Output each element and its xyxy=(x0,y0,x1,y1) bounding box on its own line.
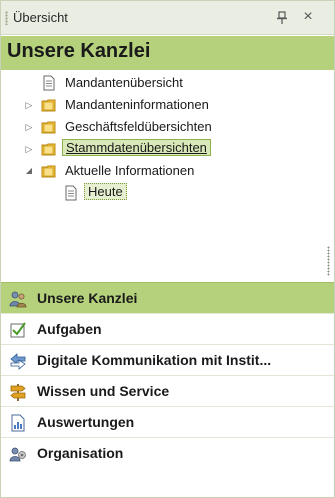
report-icon xyxy=(9,414,27,432)
nav-item-aufgaben[interactable]: Aufgaben xyxy=(1,313,334,344)
nav-item-digitale-kommunikation[interactable]: Digitale Kommunikation mit Instit... xyxy=(1,344,334,375)
pin-icon[interactable] xyxy=(275,11,289,25)
expand-arrow-icon[interactable]: ▷ xyxy=(23,142,35,156)
resize-grip[interactable] xyxy=(327,246,330,276)
nav-item-label: Auswertungen xyxy=(37,414,135,430)
folder-icon xyxy=(41,97,57,113)
organisation-icon xyxy=(9,445,27,463)
nav-item-wissen-und-service[interactable]: Wissen und Service xyxy=(1,375,334,406)
tree-item-label: Heute xyxy=(84,183,127,200)
nav-item-label: Wissen und Service xyxy=(37,383,170,399)
tree-item-mandantenuebersicht[interactable]: Mandantenübersicht xyxy=(1,72,334,94)
folder-icon xyxy=(41,141,57,157)
folder-icon xyxy=(41,163,57,179)
overview-panel: Übersicht × Unsere Kanzlei Mandantenüber… xyxy=(0,0,335,498)
section-title: Unsere Kanzlei xyxy=(7,40,151,62)
nav-item-unsere-kanzlei[interactable]: Unsere Kanzlei xyxy=(1,282,334,313)
signpost-icon xyxy=(9,383,27,401)
document-icon xyxy=(41,75,57,91)
tree-item-aktuelle-informationen[interactable]: ◢ Aktuelle Informationen xyxy=(1,160,334,182)
tree-item-label: Mandanteninformationen xyxy=(65,97,209,112)
tree-item-label: Mandantenübersicht xyxy=(65,75,183,90)
tree-item-mandanteninformationen[interactable]: ▷ Mandanteninformationen xyxy=(1,94,334,116)
people-icon xyxy=(9,290,27,308)
tree-item-geschaeftsfelduebersichten[interactable]: ▷ Geschäftsfeldübersichten xyxy=(1,116,334,138)
tree-item-heute[interactable]: Heute xyxy=(1,182,334,204)
nav-item-label: Aufgaben xyxy=(37,321,102,337)
nav-item-label: Digitale Kommunikation mit Instit... xyxy=(37,352,272,368)
tree-item-stammdatenuebersichten[interactable]: ▷ Stammdatenübersichten xyxy=(1,138,334,160)
panel-title: Übersicht xyxy=(13,10,68,25)
nav-item-organisation[interactable]: Organisation xyxy=(1,437,334,468)
checkbox-icon xyxy=(9,321,27,339)
close-icon[interactable]: × xyxy=(300,8,316,26)
nav-item-label: Unsere Kanzlei xyxy=(37,290,138,306)
expand-arrow-icon[interactable]: ▷ xyxy=(23,120,35,134)
tree-item-label: Stammdatenübersichten xyxy=(62,139,211,156)
folder-icon xyxy=(41,119,57,135)
nav-item-auswertungen[interactable]: Auswertungen xyxy=(1,406,334,437)
tree-item-label: Geschäftsfeldübersichten xyxy=(65,119,212,134)
nav-item-label: Organisation xyxy=(37,445,124,461)
arrows-icon xyxy=(9,352,27,370)
tree-item-label: Aktuelle Informationen xyxy=(65,163,195,178)
document-icon xyxy=(63,185,79,201)
panel-titlebar[interactable]: Übersicht × xyxy=(1,1,334,35)
expand-arrow-icon[interactable]: ▷ xyxy=(23,98,35,112)
collapse-arrow-icon[interactable]: ◢ xyxy=(23,164,35,178)
navigation-tree: Mandantenübersicht ▷ Mandanteninformatio… xyxy=(1,71,334,281)
drag-grip[interactable] xyxy=(5,11,8,25)
section-header: Unsere Kanzlei xyxy=(1,36,334,70)
